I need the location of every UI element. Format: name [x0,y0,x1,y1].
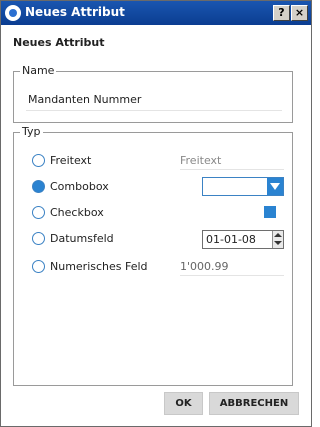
dialog-heading: Neues Attribut [13,36,105,49]
spin-up-icon[interactable] [274,233,282,237]
radio-button[interactable] [32,154,45,167]
radio-label: Datumsfeld [50,232,114,245]
radio-label: Combobox [50,180,109,193]
app-icon [5,5,21,21]
dialog-window: Neues Attribut ? × Neues Attribut Name M… [0,0,312,427]
radio-button[interactable] [32,232,45,245]
radio-button-selected[interactable] [32,180,45,193]
numeric-preview: 1'000.99 [180,260,229,273]
window-title: Neues Attribut [25,5,125,19]
help-button[interactable]: ? [273,5,290,21]
typ-group: Typ Freitext Combobox Checkbox Datumsfel… [13,125,293,386]
title-bar[interactable]: Neues Attribut ? × [1,1,311,25]
date-value: 01-01-08 [206,233,256,246]
combobox-preview[interactable] [202,177,284,196]
radio-button[interactable] [32,206,45,219]
cancel-button[interactable]: ABBRECHEN [209,392,299,415]
ok-button[interactable]: OK [164,392,203,415]
typ-group-label: Typ [20,125,43,138]
radio-button[interactable] [32,260,45,273]
numeric-preview-underline [180,275,284,276]
checkbox-preview[interactable] [264,206,276,218]
name-input[interactable]: Mandanten Nummer [28,93,141,106]
name-group-label: Name [20,64,57,77]
freitext-preview-underline [180,169,284,170]
radio-label: Numerisches Feld [50,260,148,273]
spin-down-icon[interactable] [274,241,282,245]
close-button[interactable]: × [291,5,308,21]
freitext-preview: Freitext [180,154,222,167]
name-group: Name Mandanten Nummer [13,64,293,123]
chevron-down-icon[interactable] [267,178,283,195]
radio-label: Freitext [50,154,92,167]
radio-label: Checkbox [50,206,104,219]
date-spinner[interactable] [272,231,283,248]
date-field-preview[interactable]: 01-01-08 [202,230,284,249]
name-input-underline [26,110,282,111]
